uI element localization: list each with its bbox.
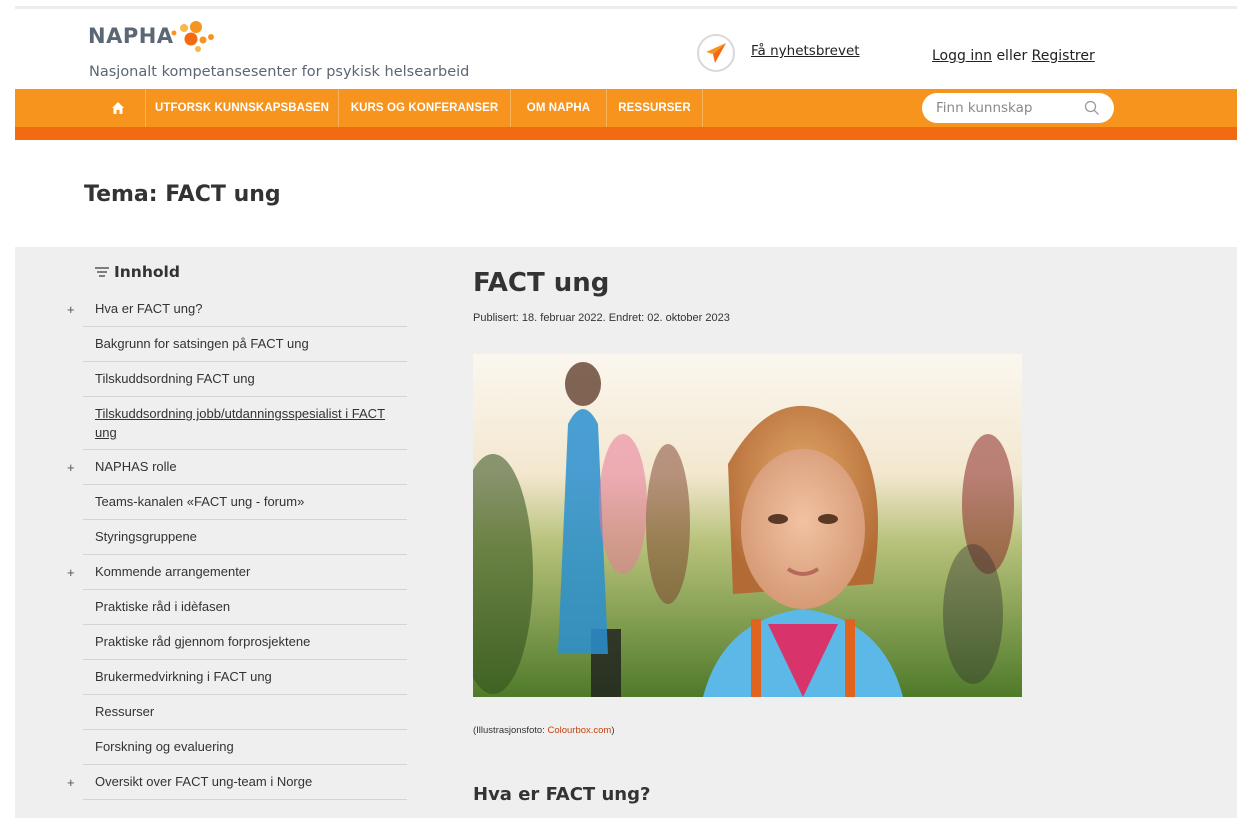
- menu-icon: [95, 267, 109, 277]
- nav-home[interactable]: [90, 89, 146, 127]
- login-area: Logg inn eller Registrer: [932, 48, 1095, 64]
- sidebar-item-tilskuddsordning[interactable]: Tilskuddsordning FACT ung: [83, 362, 407, 397]
- newsletter-link[interactable]: Få nyhetsbrevet: [751, 43, 860, 59]
- newsletter-signup[interactable]: Få nyhetsbrevet: [697, 34, 860, 72]
- sidebar-item-praktiske-rad-idefasen[interactable]: Praktiske råd i idèfasen: [83, 590, 407, 625]
- search-box: [922, 93, 1114, 123]
- sidebar-toc: + Hva er FACT ung? Bakgrunn for satsingen…: [67, 292, 407, 800]
- page-title: Tema: FACT ung: [84, 182, 281, 207]
- logo-text: NAPHA: [88, 24, 174, 48]
- sidebar-item-label: Oversikt over FACT ung-team i Norge: [95, 774, 313, 789]
- sidebar-item-naphas-rolle[interactable]: + NAPHAS rolle: [67, 450, 407, 485]
- sidebar-item-label: Bakgrunn for satsingen på FACT ung: [95, 336, 309, 351]
- sidebar-item-label: Teams-kanalen «FACT ung - forum»: [95, 494, 305, 509]
- article-photo: [473, 354, 1022, 697]
- section-heading: Hva er FACT ung?: [473, 784, 651, 805]
- sidebar-item-label: Praktiske råd i idèfasen: [95, 599, 231, 614]
- sidebar-item-label: Praktiske råd gjennom forprosjektene: [95, 634, 311, 649]
- sidebar-item-ressurser[interactable]: Ressurser: [83, 695, 407, 730]
- sidebar-item-forskning[interactable]: Forskning og evaluering: [83, 730, 407, 765]
- sidebar-item-styringsgruppene[interactable]: Styringsgruppene: [83, 520, 407, 555]
- sidebar-item-label: Kommende arrangementer: [95, 564, 251, 579]
- nav-courses-conferences[interactable]: KURS OG KONFERANSER: [339, 89, 511, 127]
- nav-resources[interactable]: RESSURSER: [607, 89, 703, 127]
- main-nav: UTFORSK KUNNSKAPSBASEN KURS OG KONFERANS…: [15, 89, 1237, 127]
- logo-dots-icon: [171, 21, 214, 52]
- sidebar-item-praktiske-rad-forprosjektene[interactable]: Praktiske råd gjennom forprosjektene: [83, 625, 407, 660]
- photo-caption: (Illustrasjonsfoto: Colourbox.com): [473, 725, 615, 736]
- sidebar-item-brukermedvirkning[interactable]: Brukermedvirkning i FACT ung: [83, 660, 407, 695]
- paper-plane-icon: [697, 34, 735, 72]
- nav-accent-bar: [15, 127, 1237, 140]
- caption-suffix: ): [611, 725, 615, 736]
- sidebar-item-oversikt-team[interactable]: + Oversikt over FACT ung-team i Norge: [67, 765, 407, 800]
- search-input[interactable]: [936, 100, 1076, 116]
- register-link[interactable]: Registrer: [1032, 48, 1095, 64]
- search-icon[interactable]: [1084, 100, 1100, 116]
- sidebar-item-kommende-arrangementer[interactable]: + Kommende arrangementer: [67, 555, 407, 590]
- sidebar-item-label: NAPHAS rolle: [95, 459, 177, 474]
- top-border: [15, 6, 1237, 9]
- caption-prefix: (Illustrasjonsfoto:: [473, 725, 548, 736]
- napha-logo[interactable]: NAPHA: [88, 21, 214, 52]
- sidebar-item-tilskuddsordning-jobb[interactable]: Tilskuddsordning jobb/utdanningsspesiali…: [83, 397, 407, 450]
- login-link[interactable]: Logg inn: [932, 48, 992, 64]
- caption-source-link[interactable]: Colourbox.com: [547, 725, 611, 736]
- expand-plus-icon[interactable]: +: [67, 563, 75, 582]
- sidebar-item-bakgrunn[interactable]: Bakgrunn for satsingen på FACT ung: [83, 327, 407, 362]
- article-title: FACT ung: [473, 268, 610, 298]
- sidebar-item-teams-kanalen[interactable]: Teams-kanalen «FACT ung - forum»: [83, 485, 407, 520]
- sidebar-heading-label: Innhold: [114, 263, 180, 281]
- sidebar-item-label: Hva er FACT ung?: [95, 301, 203, 316]
- tagline: Nasjonalt kompetansesenter for psykisk h…: [89, 64, 470, 80]
- expand-plus-icon[interactable]: +: [67, 458, 75, 477]
- sidebar-item-label: Ressurser: [95, 704, 155, 719]
- home-icon: [111, 102, 124, 114]
- sidebar-item-label: Forskning og evaluering: [95, 739, 234, 754]
- expand-plus-icon[interactable]: +: [67, 300, 75, 319]
- sidebar-item-label: Brukermedvirkning i FACT ung: [95, 669, 272, 684]
- sidebar-item-label: Tilskuddsordning FACT ung: [95, 371, 255, 386]
- nav-explore-knowledge[interactable]: UTFORSK KUNNSKAPSBASEN: [146, 89, 339, 127]
- nav-about-napha[interactable]: OM NAPHA: [511, 89, 607, 127]
- expand-plus-icon[interactable]: +: [67, 773, 75, 792]
- login-separator: eller: [996, 48, 1028, 64]
- sidebar-item-label: Styringsgruppene: [95, 529, 197, 544]
- content-area: Innhold + Hva er FACT ung? Bakgrunn for s…: [15, 247, 1237, 818]
- article-meta: Publisert: 18. februar 2022. Endret: 02.…: [473, 312, 730, 324]
- sidebar-item-hva-er-fact-ung[interactable]: + Hva er FACT ung?: [67, 292, 407, 327]
- sidebar-heading[interactable]: Innhold: [95, 263, 180, 281]
- sidebar-item-label: Tilskuddsordning jobb/utdanningsspesiali…: [95, 406, 386, 440]
